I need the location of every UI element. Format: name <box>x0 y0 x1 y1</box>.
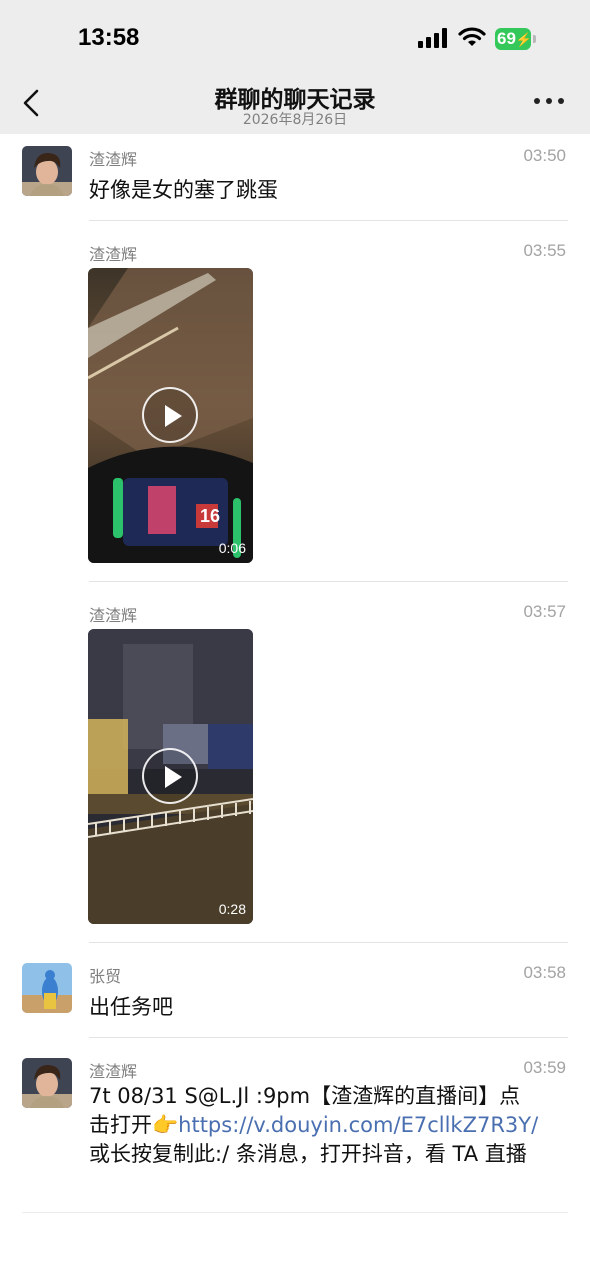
sender-name: 渣渣辉 <box>89 1062 138 1081</box>
divider <box>89 1037 568 1038</box>
message-time: 03:55 <box>523 241 566 260</box>
message-text[interactable]: 出任务吧 <box>89 991 173 1021</box>
video-message[interactable]: 16 0:06 <box>88 268 253 563</box>
message-text[interactable]: 好像是女的塞了跳蛋 <box>89 174 278 204</box>
dashboard-number: 16 <box>200 506 220 526</box>
video-duration: 0:06 <box>218 540 246 556</box>
battery-icon: 69⚡ <box>495 28 533 50</box>
status-time: 13:58 <box>78 24 140 51</box>
avatar[interactable] <box>22 146 72 196</box>
avatar[interactable] <box>22 1058 72 1108</box>
message-line: 或长按复制此:/ 条消息，打开抖音，看 TA 直播 <box>89 1142 527 1166</box>
video-duration: 0:28 <box>218 901 246 917</box>
message-text[interactable]: 7t 08/31 S@L.Jl :9pm【渣渣辉的直播间】点 击打开👉https… <box>89 1082 579 1169</box>
cellular-signal-icon <box>418 28 450 52</box>
message-time: 03:50 <box>523 146 566 165</box>
avatar[interactable] <box>22 963 72 1013</box>
sender-name: 渣渣辉 <box>89 606 138 625</box>
message-time: 03:57 <box>523 602 566 621</box>
pointing-hand-emoji: 👉 <box>152 1113 179 1137</box>
wifi-icon <box>458 26 486 52</box>
video-message[interactable]: 0:28 <box>88 629 253 924</box>
message-line: 击打开👉https://v.douyin.com/E7cllkZ7R3Y/ <box>89 1111 579 1140</box>
sender-name: 渣渣辉 <box>89 245 138 264</box>
battery-cap <box>533 35 536 43</box>
play-icon[interactable] <box>142 748 198 804</box>
page-subtitle: 2026年8月26日 <box>242 112 348 128</box>
sender-name: 张贸 <box>89 967 122 986</box>
message-text-prefix: 击打开 <box>89 1113 152 1137</box>
message-time: 03:59 <box>523 1058 566 1077</box>
more-dots-icon[interactable] <box>534 98 566 108</box>
douyin-link[interactable]: https://v.douyin.com/E7cllkZ7R3Y/ <box>178 1113 538 1137</box>
message-line: 7t 08/31 S@L.Jl :9pm【渣渣辉的直播间】点 <box>89 1084 521 1108</box>
divider <box>89 942 568 943</box>
play-icon[interactable] <box>142 387 198 443</box>
divider <box>89 581 568 582</box>
battery-level: 69 <box>497 29 516 48</box>
sender-name: 渣渣辉 <box>89 150 138 169</box>
message-time: 03:58 <box>523 963 566 982</box>
divider <box>22 1212 568 1213</box>
divider <box>89 220 568 221</box>
